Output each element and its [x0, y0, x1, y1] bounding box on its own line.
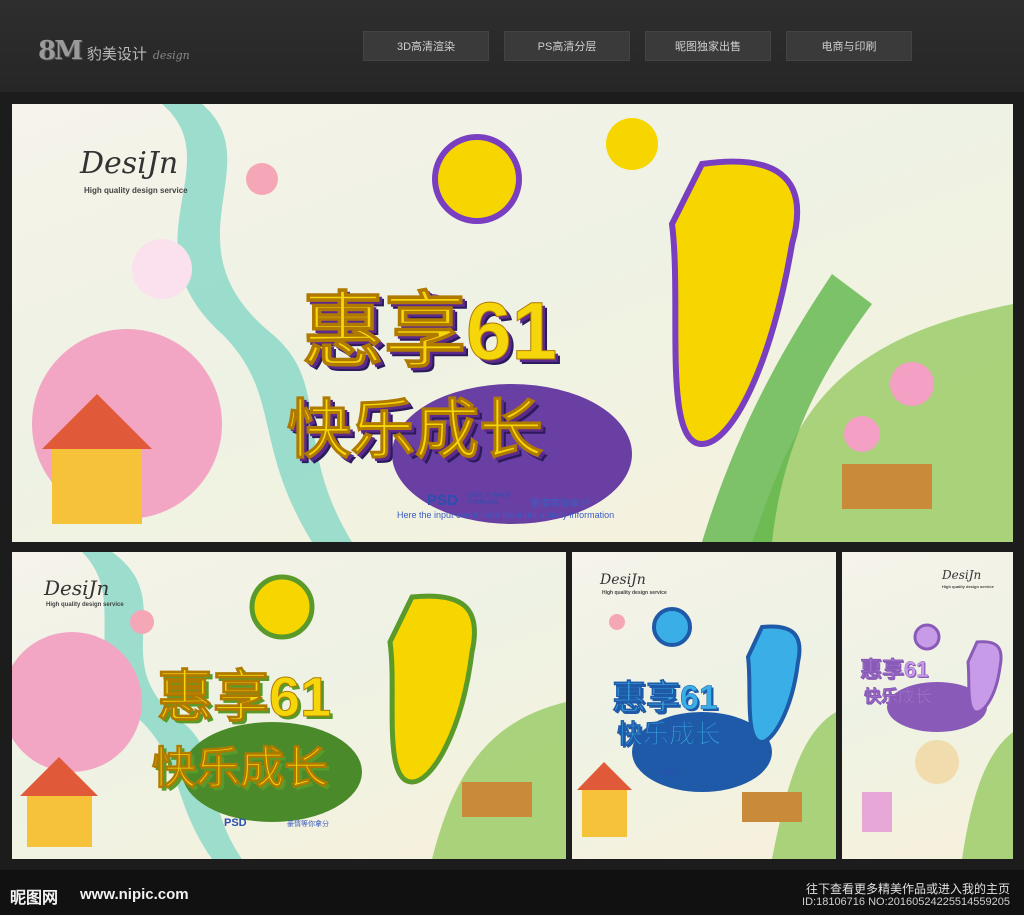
- signature-subtitle: High quality design service: [46, 602, 124, 608]
- nav-3d-render-button[interactable]: 3D高清渲染: [363, 31, 489, 61]
- logo-tagline: design: [152, 49, 190, 62]
- brand-logo[interactable]: 8M 豹美设计 design: [38, 36, 190, 66]
- slogan: 豪情等你拿分: [530, 499, 590, 510]
- signature: DesiJn: [942, 568, 982, 582]
- headline-line1: 惠享61: [860, 657, 929, 682]
- psd-label: PSD: [660, 768, 679, 778]
- psd-label: PSD: [427, 492, 458, 509]
- nav-ps-layers-button[interactable]: PS高清分层: [504, 31, 630, 61]
- psd-label: PSD: [224, 817, 247, 829]
- signature: DesiJn: [600, 572, 646, 588]
- logo-mark: 8M: [38, 36, 83, 66]
- footer-url-link[interactable]: www.nipic.com: [80, 886, 189, 903]
- nav-exclusive-button[interactable]: 昵图独家出售: [645, 31, 771, 61]
- headline-line2: 快乐成长: [617, 719, 722, 750]
- footer-more-link[interactable]: 往下查看更多精美作品或进入我的主页: [806, 880, 1010, 897]
- logo-name: 豹美设计: [86, 46, 147, 63]
- poster-variant-blue: DesiJn High quality design service 惠享61 …: [572, 552, 836, 859]
- poster-main: DesiJn High quality design service 惠享61 …: [12, 104, 1013, 542]
- poster-variant-green: DesiJn High quality design service 惠享61 …: [12, 552, 566, 859]
- headline-line1: 惠享61: [612, 679, 718, 718]
- headline-line2: 快乐成长: [864, 687, 932, 706]
- psd-tag: DISPLAY RACK TEMPLATE: [467, 493, 511, 506]
- signature: DesiJn: [80, 146, 179, 181]
- footer-brand[interactable]: 昵图网: [10, 884, 58, 908]
- headline-line2: 快乐成长: [152, 744, 329, 794]
- signature-subtitle: High quality design service: [602, 590, 667, 596]
- slogan: 豪情等你拿分: [287, 821, 329, 828]
- poster-variant-purple: DesiJn High quality design service 惠享61 …: [842, 552, 1013, 859]
- headline-line1: 惠享61: [301, 286, 558, 378]
- footer-id: ID:18106716 NO:20160524225514559205: [802, 896, 1010, 908]
- signature: DesiJn: [44, 576, 110, 600]
- headline-line1: 惠享61: [156, 665, 332, 729]
- headline-line2: 快乐成长: [287, 394, 544, 467]
- info-line: Here the input event Here the input acti…: [397, 510, 615, 520]
- signature-subtitle: High quality design service: [942, 584, 994, 589]
- signature-subtitle: High quality design service: [84, 186, 188, 195]
- nav-ecommerce-print-button[interactable]: 电商与印刷: [786, 31, 912, 61]
